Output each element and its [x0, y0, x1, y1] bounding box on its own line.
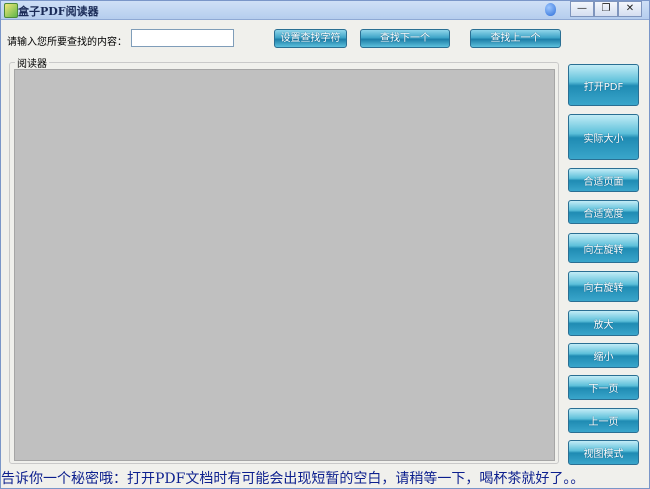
app-logo-icon [4, 3, 18, 18]
fit-width-button[interactable]: 合适宽度 [568, 200, 639, 224]
window-title: 盒子PDF阅读器 [18, 5, 99, 18]
actual-size-button[interactable]: 实际大小 [568, 114, 639, 160]
minimize-button[interactable]: — [570, 1, 594, 17]
prev-page-button[interactable]: 上一页 [568, 408, 639, 433]
zoom-in-button[interactable]: 放大 [568, 310, 639, 336]
apple-icon[interactable] [545, 3, 556, 16]
app-window: 盒子PDF阅读器 — ❐ ✕ 请输入您所要查找的内容： 设置查找字符 查找下一个… [0, 0, 650, 489]
restore-button[interactable]: ❐ [594, 1, 618, 17]
view-mode-button[interactable]: 视图模式 [568, 440, 639, 465]
pdf-viewer-area[interactable] [14, 69, 555, 461]
status-message: 告诉你一个秘密哦：打开PDF文档时有可能会出现短暂的空白，请稍等一下，喝杯茶就好… [1, 471, 585, 487]
find-prev-button[interactable]: 查找上一个 [470, 29, 561, 48]
fit-page-button[interactable]: 合适页面 [568, 168, 639, 192]
search-label: 请输入您所要查找的内容： [7, 37, 127, 48]
search-input[interactable] [131, 29, 234, 47]
zoom-out-button[interactable]: 缩小 [568, 343, 639, 368]
next-page-button[interactable]: 下一页 [568, 375, 639, 400]
title-bar[interactable]: 盒子PDF阅读器 — ❐ ✕ [1, 1, 649, 20]
open-pdf-button[interactable]: 打开PDF [568, 64, 639, 106]
find-next-button[interactable]: 查找下一个 [360, 29, 450, 48]
close-button[interactable]: ✕ [618, 1, 642, 17]
reader-legend: 阅读器 [15, 55, 49, 70]
rotate-left-button[interactable]: 向左旋转 [568, 233, 639, 263]
rotate-right-button[interactable]: 向右旋转 [568, 271, 639, 302]
set-search-button[interactable]: 设置查找字符 [274, 29, 347, 48]
